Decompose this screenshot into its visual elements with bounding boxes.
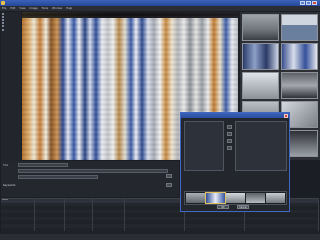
close-button[interactable]	[312, 1, 317, 5]
remove-all-button[interactable]	[227, 146, 232, 150]
keyword-dialog: OK Cancel	[180, 112, 290, 212]
thumbnail[interactable]	[281, 72, 318, 99]
thumbnail-strip	[184, 191, 287, 205]
table-cell	[35, 227, 65, 232]
thumbnail[interactable]	[242, 43, 279, 70]
folder-icon	[2, 25, 4, 28]
table-cell	[93, 227, 125, 232]
dialog-title-bar	[181, 113, 289, 118]
app-icon	[1, 1, 5, 5]
add-all-button[interactable]	[227, 139, 232, 143]
strip-thumbnail[interactable]	[266, 193, 285, 203]
menu-tools[interactable]: Tools	[42, 7, 48, 10]
menu-view[interactable]: View	[19, 7, 25, 10]
title-field[interactable]	[18, 163, 68, 167]
thumbnail[interactable]	[281, 43, 318, 70]
image-top-band	[22, 12, 238, 18]
transfer-buttons	[227, 125, 232, 153]
meta-row-caption	[3, 169, 168, 173]
meta-row-extra	[3, 175, 98, 179]
available-list[interactable]	[184, 121, 224, 171]
keywords-label: Keywords	[3, 184, 16, 187]
strip-thumbnail[interactable]	[246, 193, 265, 203]
folder-icon	[2, 22, 4, 25]
table-row[interactable]	[1, 227, 319, 232]
folder-icon	[2, 12, 4, 15]
menu-image[interactable]: Image	[30, 7, 38, 10]
selected-list[interactable]	[235, 121, 287, 171]
status-bar	[0, 234, 320, 240]
menu-window[interactable]: Window	[52, 7, 62, 10]
table-cell	[185, 227, 245, 232]
table-cell	[65, 227, 93, 232]
folder-icon	[2, 18, 4, 21]
menu-edit[interactable]: Edit	[10, 7, 15, 10]
menu-help[interactable]: Help	[66, 7, 72, 10]
meta-row-title: Title	[3, 163, 68, 167]
folder-icon	[2, 15, 4, 18]
maximize-button[interactable]	[306, 1, 311, 5]
thumbnail[interactable]	[242, 14, 279, 41]
metadata-panel: Title Keywords	[1, 161, 179, 197]
strip-thumbnail-selected[interactable]	[205, 192, 226, 204]
minimize-button[interactable]	[300, 1, 305, 5]
extra-field[interactable]	[18, 175, 98, 179]
cancel-button[interactable]: Cancel	[237, 205, 249, 209]
dialog-close-button[interactable]	[284, 113, 288, 118]
ok-button[interactable]: OK	[217, 205, 229, 209]
thumbnail[interactable]	[281, 14, 318, 41]
menu-bar: File Edit View Image Tools Window Help	[0, 6, 320, 11]
list-item[interactable]	[185, 149, 223, 152]
add-button[interactable]	[227, 125, 232, 129]
meta-label: Title	[3, 163, 9, 167]
tree-item[interactable]	[1, 28, 21, 31]
meta-button[interactable]	[166, 174, 172, 178]
caption-field[interactable]	[18, 169, 168, 173]
remove-button[interactable]	[227, 132, 232, 136]
folder-tree	[1, 12, 21, 162]
strip-thumbnail[interactable]	[226, 193, 245, 203]
table-cell	[1, 227, 35, 232]
table-cell	[125, 227, 185, 232]
menu-file[interactable]: File	[2, 7, 6, 10]
folder-icon	[2, 28, 4, 31]
strip-thumbnail[interactable]	[186, 193, 205, 203]
table-cell	[245, 227, 319, 232]
meta-button[interactable]	[166, 183, 172, 187]
thumbnail[interactable]	[242, 72, 279, 99]
